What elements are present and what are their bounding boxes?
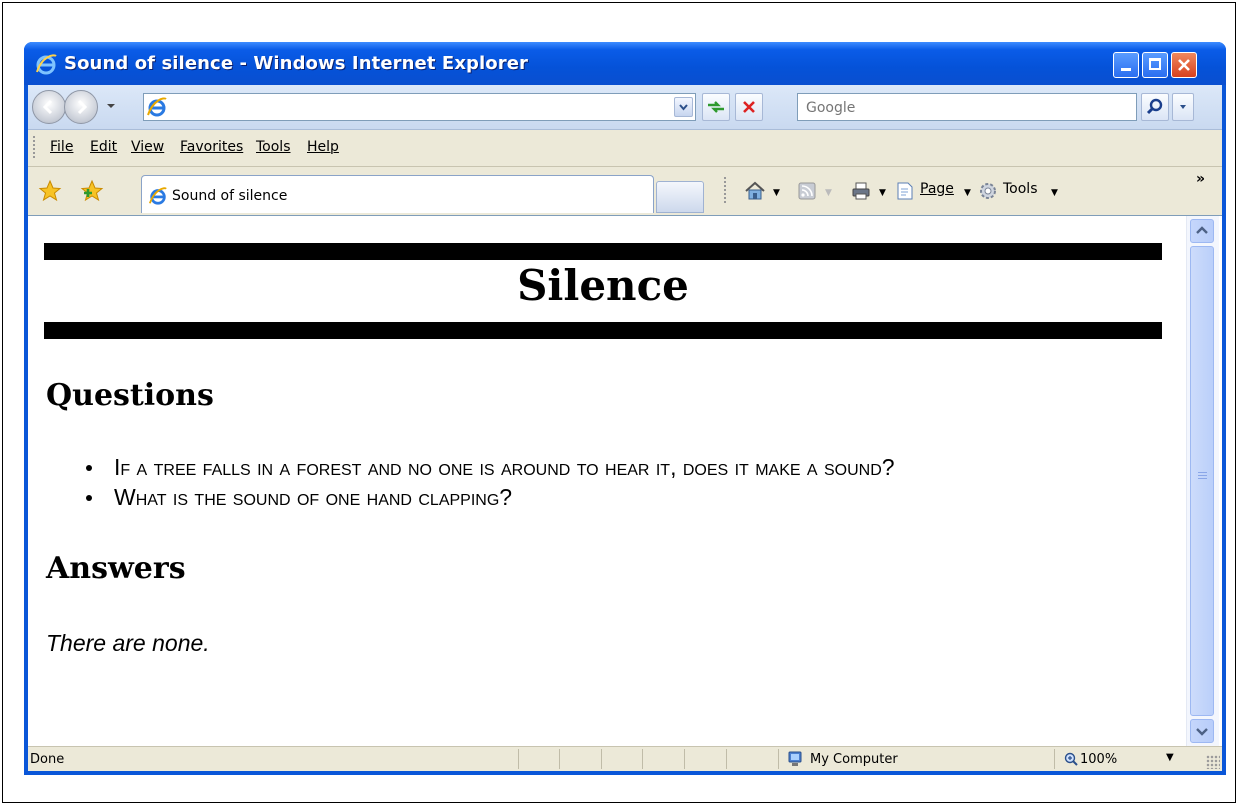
feeds-dropdown-icon[interactable]: ▼: [825, 188, 832, 198]
toolbar-separator: [724, 177, 726, 203]
tab-label: Sound of silence: [172, 188, 288, 204]
chevron-down-icon: [679, 104, 688, 111]
ie-window: Sound of silence - Windows Internet Expl…: [24, 42, 1226, 775]
menu-edit[interactable]: Edit: [90, 139, 117, 155]
maximize-button[interactable]: [1142, 52, 1168, 78]
stop-button[interactable]: [735, 93, 763, 121]
menu-bar: File Edit View Favorites Tools Help: [28, 130, 1222, 167]
status-pane-divider: [778, 749, 779, 769]
menu-view[interactable]: View: [131, 139, 164, 155]
menu-file[interactable]: File: [50, 139, 73, 155]
command-bar: Sound of silence ▼ ▼ ▼ Page ▼ Tools ▼ »: [28, 167, 1222, 215]
menu-help[interactable]: Help: [307, 139, 339, 155]
ie-logo-icon: [36, 54, 57, 75]
questions-list: If a tree falls in a forest and no one i…: [44, 452, 895, 512]
status-pane-divider: [601, 749, 602, 769]
list-item: What is the sound of one hand clapping?: [44, 482, 895, 512]
window-title: Sound of silence - Windows Internet Expl…: [64, 53, 529, 74]
menu-favorites[interactable]: Favorites: [180, 139, 243, 155]
status-pane-divider: [684, 749, 685, 769]
web-page: Silence Questions If a tree falls in a f…: [44, 216, 1164, 746]
security-zone-label[interactable]: My Computer: [810, 752, 898, 767]
search-options-button[interactable]: [1172, 93, 1194, 121]
add-favorite-icon[interactable]: [80, 179, 104, 203]
forward-arrow-icon: [77, 99, 88, 115]
close-button[interactable]: [1171, 52, 1197, 78]
print-icon[interactable]: [850, 180, 872, 202]
chevron-down-icon: [1180, 105, 1186, 109]
thumb-grip: [1198, 472, 1207, 480]
status-bar: Done My Computer 100% ▼: [28, 746, 1222, 771]
page-icon[interactable]: [894, 180, 916, 202]
page-menu-label[interactable]: Page: [920, 181, 954, 197]
close-icon: [1178, 59, 1190, 71]
stop-icon: [743, 101, 755, 113]
refresh-button[interactable]: [702, 93, 730, 121]
resize-grip[interactable]: [1206, 755, 1220, 769]
search-box[interactable]: [797, 93, 1137, 121]
new-tab-button[interactable]: [656, 181, 704, 213]
search-input[interactable]: [804, 97, 1128, 119]
vertical-scrollbar[interactable]: [1186, 216, 1219, 746]
back-button[interactable]: [32, 90, 66, 124]
horizontal-rule: [44, 243, 1162, 260]
status-text: Done: [30, 752, 65, 767]
answer-text: There are none.: [46, 630, 210, 656]
tab-sound-of-silence[interactable]: Sound of silence: [141, 175, 654, 213]
toolbar-grip[interactable]: [33, 136, 35, 160]
title-bar[interactable]: Sound of silence - Windows Internet Expl…: [24, 42, 1226, 85]
computer-zone-icon: [788, 751, 802, 766]
ie-page-icon: [147, 97, 167, 117]
address-bar[interactable]: [143, 93, 696, 121]
zoom-icon[interactable]: [1064, 752, 1078, 766]
chevron-up-icon: [1196, 226, 1208, 234]
home-dropdown-icon[interactable]: ▼: [773, 188, 780, 198]
page-viewport: Silence Questions If a tree falls in a f…: [28, 215, 1222, 746]
forward-button[interactable]: [64, 90, 98, 124]
feeds-icon[interactable]: [796, 180, 818, 202]
list-item: If a tree falls in a forest and no one i…: [44, 452, 895, 482]
status-pane-divider: [726, 749, 727, 769]
gear-icon[interactable]: [977, 180, 999, 202]
scrollbar-thumb[interactable]: [1190, 246, 1214, 716]
status-pane-divider: [1054, 749, 1055, 769]
scroll-down-button[interactable]: [1190, 719, 1214, 743]
recent-pages-dropdown-icon[interactable]: [104, 101, 118, 111]
tools-dropdown-icon[interactable]: ▼: [1051, 188, 1058, 198]
more-commands-chevron[interactable]: »: [1196, 171, 1205, 187]
back-arrow-icon: [42, 99, 53, 115]
page-dropdown-icon[interactable]: ▼: [964, 188, 971, 198]
search-button[interactable]: [1141, 93, 1169, 121]
zoom-dropdown-icon[interactable]: ▼: [1166, 752, 1174, 763]
client-area: File Edit View Favorites Tools Help S: [28, 85, 1222, 771]
questions-heading: Questions: [46, 378, 214, 413]
ie-page-icon: [148, 187, 167, 205]
chevron-down-icon: [1196, 728, 1208, 736]
zoom-level[interactable]: 100%: [1080, 752, 1117, 767]
tools-menu-label[interactable]: Tools: [1003, 181, 1038, 197]
scroll-up-button[interactable]: [1190, 219, 1214, 243]
status-pane-divider: [642, 749, 643, 769]
favorites-star-icon[interactable]: [38, 179, 62, 203]
status-pane-divider: [518, 749, 519, 769]
refresh-icon: [708, 101, 724, 113]
address-input[interactable]: [172, 96, 656, 120]
horizontal-rule: [44, 322, 1162, 339]
navigation-bar: [28, 85, 1222, 130]
search-icon: [1146, 98, 1163, 115]
answers-heading: Answers: [46, 551, 186, 586]
status-pane-divider: [559, 749, 560, 769]
minimize-button[interactable]: [1113, 52, 1139, 78]
print-dropdown-icon[interactable]: ▼: [879, 188, 886, 198]
address-dropdown-button[interactable]: [674, 97, 693, 117]
home-icon[interactable]: [744, 180, 766, 202]
page-title: Silence: [517, 261, 689, 310]
menu-tools[interactable]: Tools: [256, 139, 291, 155]
